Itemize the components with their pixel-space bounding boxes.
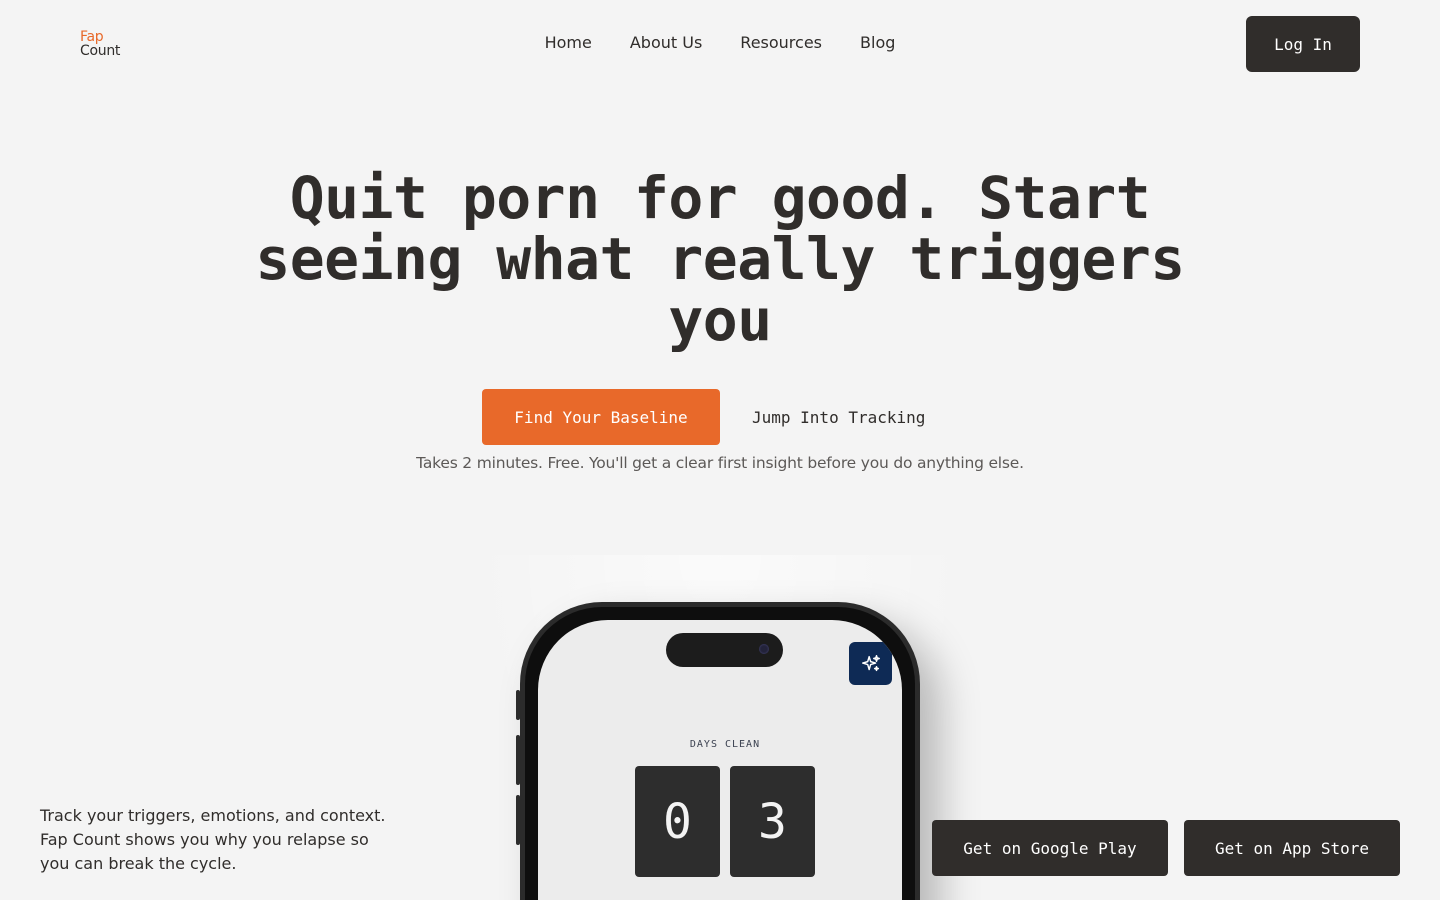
login-button[interactable]: Log In: [1246, 16, 1360, 72]
phone-volume-up: [516, 735, 520, 785]
hero-subnote: Takes 2 minutes. Free. You'll get a clea…: [416, 454, 1024, 472]
dynamic-island: [666, 633, 783, 667]
phone-screen: DAYS CLEAN 0 3: [538, 620, 902, 900]
app-store-button[interactable]: Get on App Store: [1184, 820, 1400, 876]
nav-home[interactable]: Home: [545, 32, 592, 54]
digit-tens: 0: [635, 766, 720, 877]
sparkles-icon: [861, 654, 880, 671]
phone-bezel: DAYS CLEAN 0 3: [525, 607, 915, 900]
phone-side-button: [516, 690, 520, 720]
days-counter: 0 3: [635, 766, 815, 877]
google-play-button[interactable]: Get on Google Play: [932, 820, 1168, 876]
hero-headline: Quit porn for good. Start seeing what re…: [255, 164, 1185, 354]
jump-into-tracking-link[interactable]: Jump Into Tracking: [752, 408, 925, 427]
nav-blog[interactable]: Blog: [860, 32, 895, 54]
bottom-description: Track your triggers, emotions, and conte…: [40, 806, 386, 873]
nav-about-us[interactable]: About Us: [630, 32, 702, 54]
digit-ones: 3: [730, 766, 815, 877]
phone-volume-down: [516, 795, 520, 845]
camera-icon: [759, 644, 769, 654]
sparkles-button[interactable]: [849, 642, 892, 685]
cta-row: Find Your Baseline Jump Into Tracking: [482, 389, 925, 445]
nav-resources[interactable]: Resources: [740, 32, 822, 54]
phone-mockup: DAYS CLEAN 0 3: [520, 602, 920, 900]
days-clean-label: DAYS CLEAN: [689, 739, 761, 750]
find-baseline-button[interactable]: Find Your Baseline: [482, 389, 720, 445]
main-nav: Home About Us Resources Blog: [0, 32, 1440, 54]
